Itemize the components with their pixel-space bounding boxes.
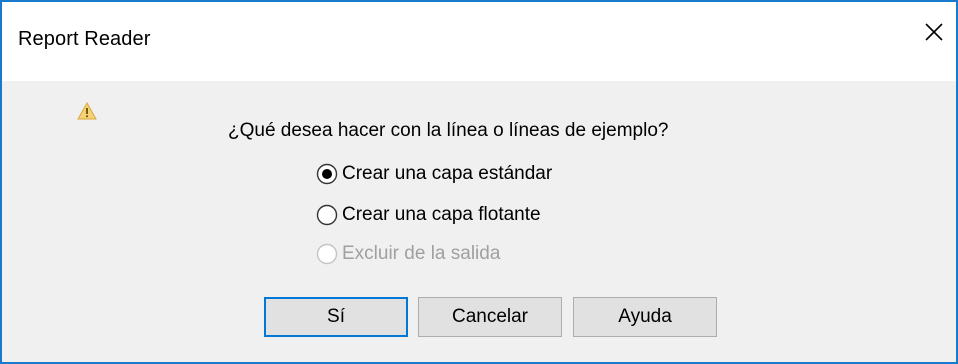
close-icon [925,23,943,41]
radio-label: Excluir de la salida [342,243,501,264]
radio-unselected-icon[interactable] [316,204,338,226]
radio-selected-icon[interactable] [316,163,338,185]
radio-label: Crear una capa estándar [342,163,553,184]
close-button[interactable] [916,14,952,50]
radio-standard-layer[interactable]: Crear una capa estándar [316,162,552,186]
cancel-button[interactable]: Cancelar [418,297,562,337]
yes-button[interactable]: Sí [264,297,408,337]
question-text: ¿Qué desea hacer con la línea o líneas d… [228,120,669,141]
radio-disabled-icon [316,243,338,265]
help-button[interactable]: Ayuda [573,297,717,337]
title-bar[interactable]: Report Reader [2,2,956,81]
radio-exclude-output: Excluir de la salida [316,242,500,266]
dialog-window: Report Reader ¿Qué desea hacer con la lí… [0,0,958,364]
window-title: Report Reader [18,28,151,50]
radio-floating-layer[interactable]: Crear una capa flotante [316,203,541,227]
radio-label: Crear una capa flotante [342,204,541,225]
warning-icon [77,102,97,120]
